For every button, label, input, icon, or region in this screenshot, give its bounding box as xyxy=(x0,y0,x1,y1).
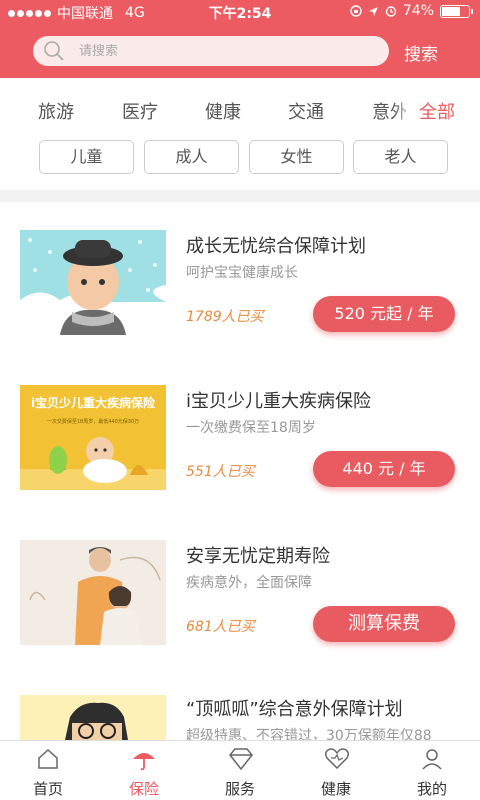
bottom-tab-bar: 首页 保险 服务 健康 我的 xyxy=(0,740,480,800)
buyer-count: 551人已买 xyxy=(186,464,255,480)
tab-label: 保险 xyxy=(128,780,159,798)
status-bar: 中国联通 4G 下午2:54 74% xyxy=(0,0,480,24)
category-filter: 旅游 医疗 健康 交通 意外 全部 儿童 成人 女性 老人 xyxy=(0,78,480,190)
product-card[interactable]: “顶呱呱”综合意外保障计划 超级特惠、不容错过，30万保额年仅88 xyxy=(0,667,480,744)
section-divider xyxy=(0,190,480,202)
person-icon xyxy=(422,749,442,770)
product-description: 一次缴费保至18周岁 xyxy=(186,420,316,436)
tab-home[interactable]: 首页 xyxy=(0,741,96,800)
battery-percent: 74% xyxy=(402,3,434,19)
product-image-cartoon xyxy=(20,695,166,740)
category-tab-all[interactable]: 全部 xyxy=(419,98,455,124)
scroll-fade xyxy=(392,92,416,128)
tab-service[interactable]: 服务 xyxy=(192,741,288,800)
heart-icon xyxy=(324,748,350,770)
tab-insurance[interactable]: 保险 xyxy=(96,741,192,800)
product-card[interactable]: 成长无忧综合保障计划 呵护宝宝健康成长 1789人已买 520 元起 / 年 xyxy=(0,202,480,358)
umbrella-icon xyxy=(133,753,155,771)
search-icon xyxy=(44,41,64,61)
price-button[interactable]: 440 元 / 年 xyxy=(313,451,455,487)
tab-label: 服务 xyxy=(224,780,255,798)
calculate-premium-button[interactable]: 测算保费 xyxy=(313,606,455,642)
banner-subtitle: 一次交费保至18周岁，最低440元保30万 xyxy=(47,418,139,425)
product-image-couple xyxy=(20,540,166,645)
alarm-icon xyxy=(385,6,397,17)
product-image-baby xyxy=(20,230,166,335)
price-button[interactable]: 520 元起 / 年 xyxy=(313,296,455,332)
product-card[interactable]: 安享无忧定期寿险 疾病意外，全面保障 681人已买 测算保费 xyxy=(0,512,480,668)
diamond-icon xyxy=(229,748,253,771)
search-input[interactable] xyxy=(79,43,359,59)
audience-filter-seniors[interactable]: 老人 xyxy=(353,140,448,174)
location-icon xyxy=(368,6,378,16)
tab-label: 我的 xyxy=(416,780,447,798)
tab-label: 健康 xyxy=(320,780,351,798)
battery-icon xyxy=(440,4,473,18)
buyer-count: 681人已买 xyxy=(186,619,255,635)
product-title: 成长无忧综合保障计划 xyxy=(186,236,366,257)
audience-filter-women[interactable]: 女性 xyxy=(249,140,344,174)
search-bar[interactable] xyxy=(33,36,389,66)
search-button[interactable]: 搜索 xyxy=(404,40,438,65)
banner-title: i宝贝少儿重大疾病保险 xyxy=(31,395,156,410)
buyer-count: 1789人已买 xyxy=(186,309,264,325)
tab-mine[interactable]: 我的 xyxy=(384,741,480,800)
product-card[interactable]: i宝贝少儿重大疾病保险 一次交费保至18周岁，最低440元保30万 i宝贝少儿重… xyxy=(0,357,480,513)
product-description: 疾病意外，全面保障 xyxy=(186,575,312,591)
product-title: “顶呱呱”综合意外保障计划 xyxy=(186,699,403,720)
product-description: 呵护宝宝健康成长 xyxy=(186,265,298,281)
category-tab-traffic[interactable]: 交通 xyxy=(288,98,324,124)
audience-filter-children[interactable]: 儿童 xyxy=(39,140,134,174)
product-title: 安享无忧定期寿险 xyxy=(186,546,330,567)
audience-filter-adults[interactable]: 成人 xyxy=(144,140,239,174)
rotation-lock-icon xyxy=(350,5,362,17)
product-title: i宝贝少儿重大疾病保险 xyxy=(186,391,371,412)
tab-label: 首页 xyxy=(32,780,63,798)
category-tab-medical[interactable]: 医疗 xyxy=(122,98,158,124)
category-tab-travel[interactable]: 旅游 xyxy=(38,98,74,124)
tab-health[interactable]: 健康 xyxy=(288,741,384,800)
product-image-children-insurance: i宝贝少儿重大疾病保险 一次交费保至18周岁，最低440元保30万 xyxy=(20,385,166,490)
category-tab-health[interactable]: 健康 xyxy=(205,98,241,124)
home-icon xyxy=(38,748,58,769)
top-header: 中国联通 4G 下午2:54 74% 搜索 xyxy=(0,0,480,78)
